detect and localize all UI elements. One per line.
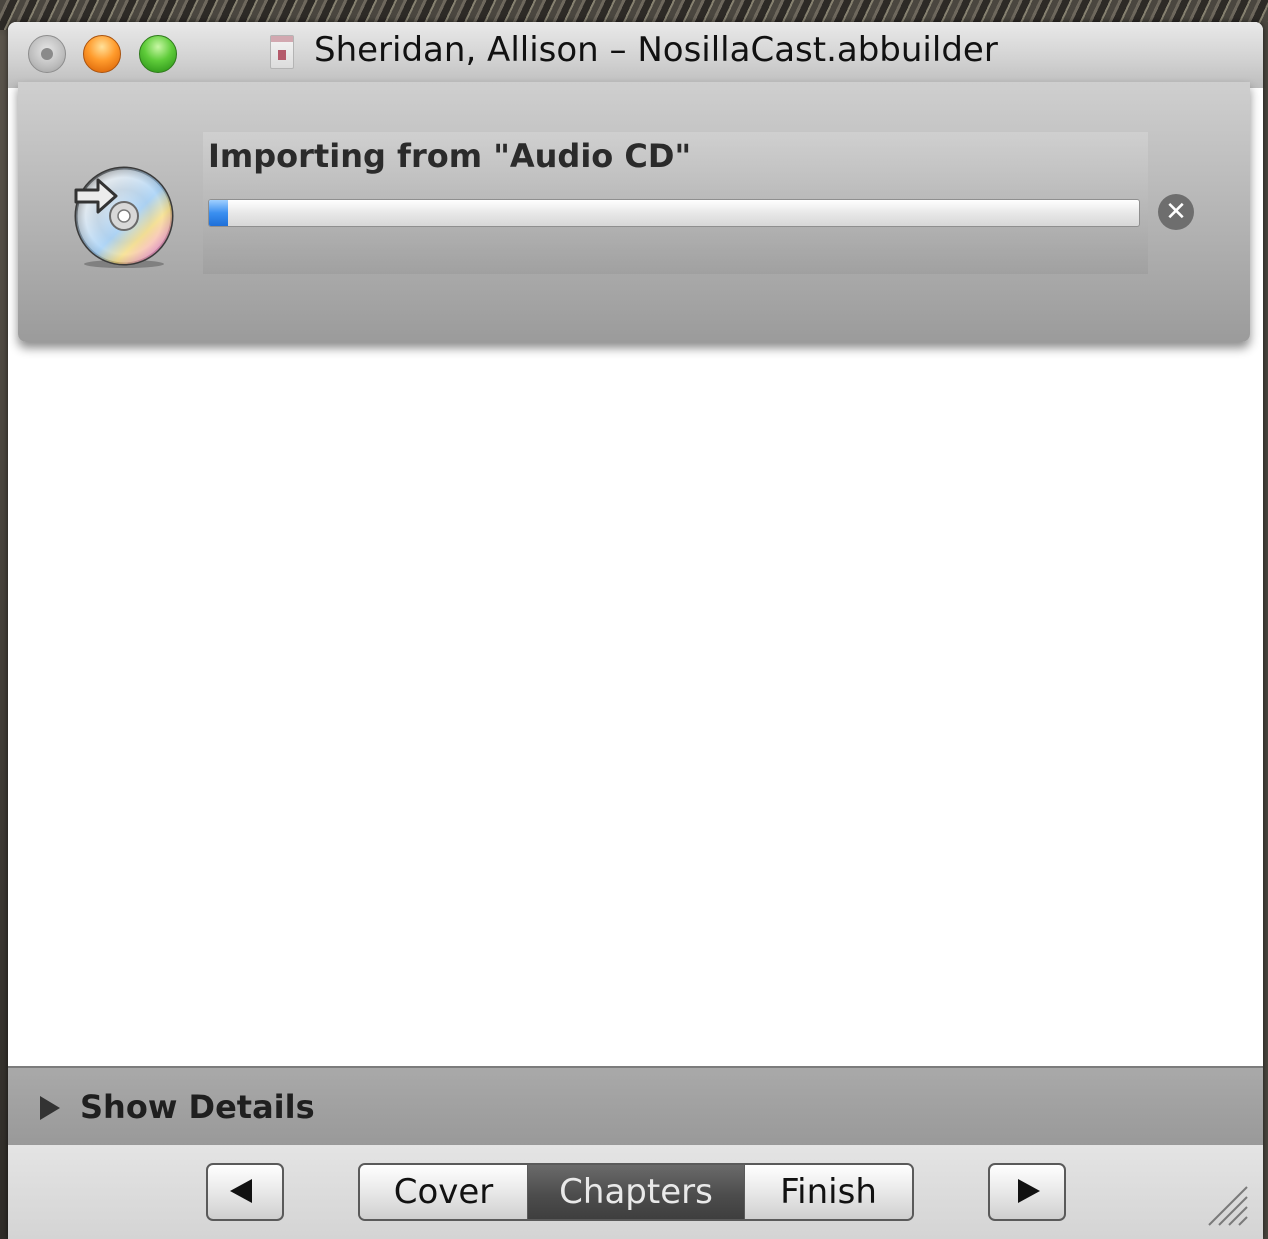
next-step-button[interactable]: [988, 1163, 1066, 1221]
disclosure-triangle-icon[interactable]: [40, 1096, 60, 1120]
title-bar[interactable]: Sheridan, Allison – NosillaCast.abbuilde…: [8, 22, 1263, 89]
bottom-navigation-bar: Cover Chapters Finish: [8, 1145, 1263, 1239]
segment-chapters[interactable]: Chapters: [528, 1165, 744, 1219]
cancel-import-button[interactable]: ✕: [1158, 194, 1194, 230]
import-status-label: Importing from "Audio CD": [208, 137, 692, 175]
show-details-toggle[interactable]: Show Details: [80, 1088, 315, 1126]
close-button[interactable]: [28, 35, 66, 73]
right-arrow-icon: [1018, 1179, 1040, 1203]
progress-fill: [209, 200, 228, 226]
left-arrow-icon: [230, 1179, 252, 1203]
app-window: Sheridan, Allison – NosillaCast.abbuilde…: [8, 22, 1263, 1239]
import-progress-bar: [208, 199, 1140, 227]
minimize-button[interactable]: [83, 35, 121, 73]
document-proxy-icon[interactable]: [270, 35, 294, 69]
zoom-button[interactable]: [139, 35, 177, 73]
cd-import-icon: [74, 166, 174, 268]
step-segmented-control[interactable]: Cover Chapters Finish: [358, 1163, 914, 1221]
resize-grip-icon[interactable]: [1205, 1183, 1249, 1227]
details-bar: Show Details: [8, 1066, 1263, 1147]
previous-step-button[interactable]: [206, 1163, 284, 1221]
segment-finish[interactable]: Finish: [744, 1165, 912, 1219]
import-progress-sheet: Importing from "Audio CD" ✕: [18, 82, 1250, 342]
desktop-edge: [1263, 22, 1268, 1239]
segment-cover[interactable]: Cover: [360, 1165, 528, 1219]
window-title: Sheridan, Allison – NosillaCast.abbuilde…: [314, 30, 998, 70]
